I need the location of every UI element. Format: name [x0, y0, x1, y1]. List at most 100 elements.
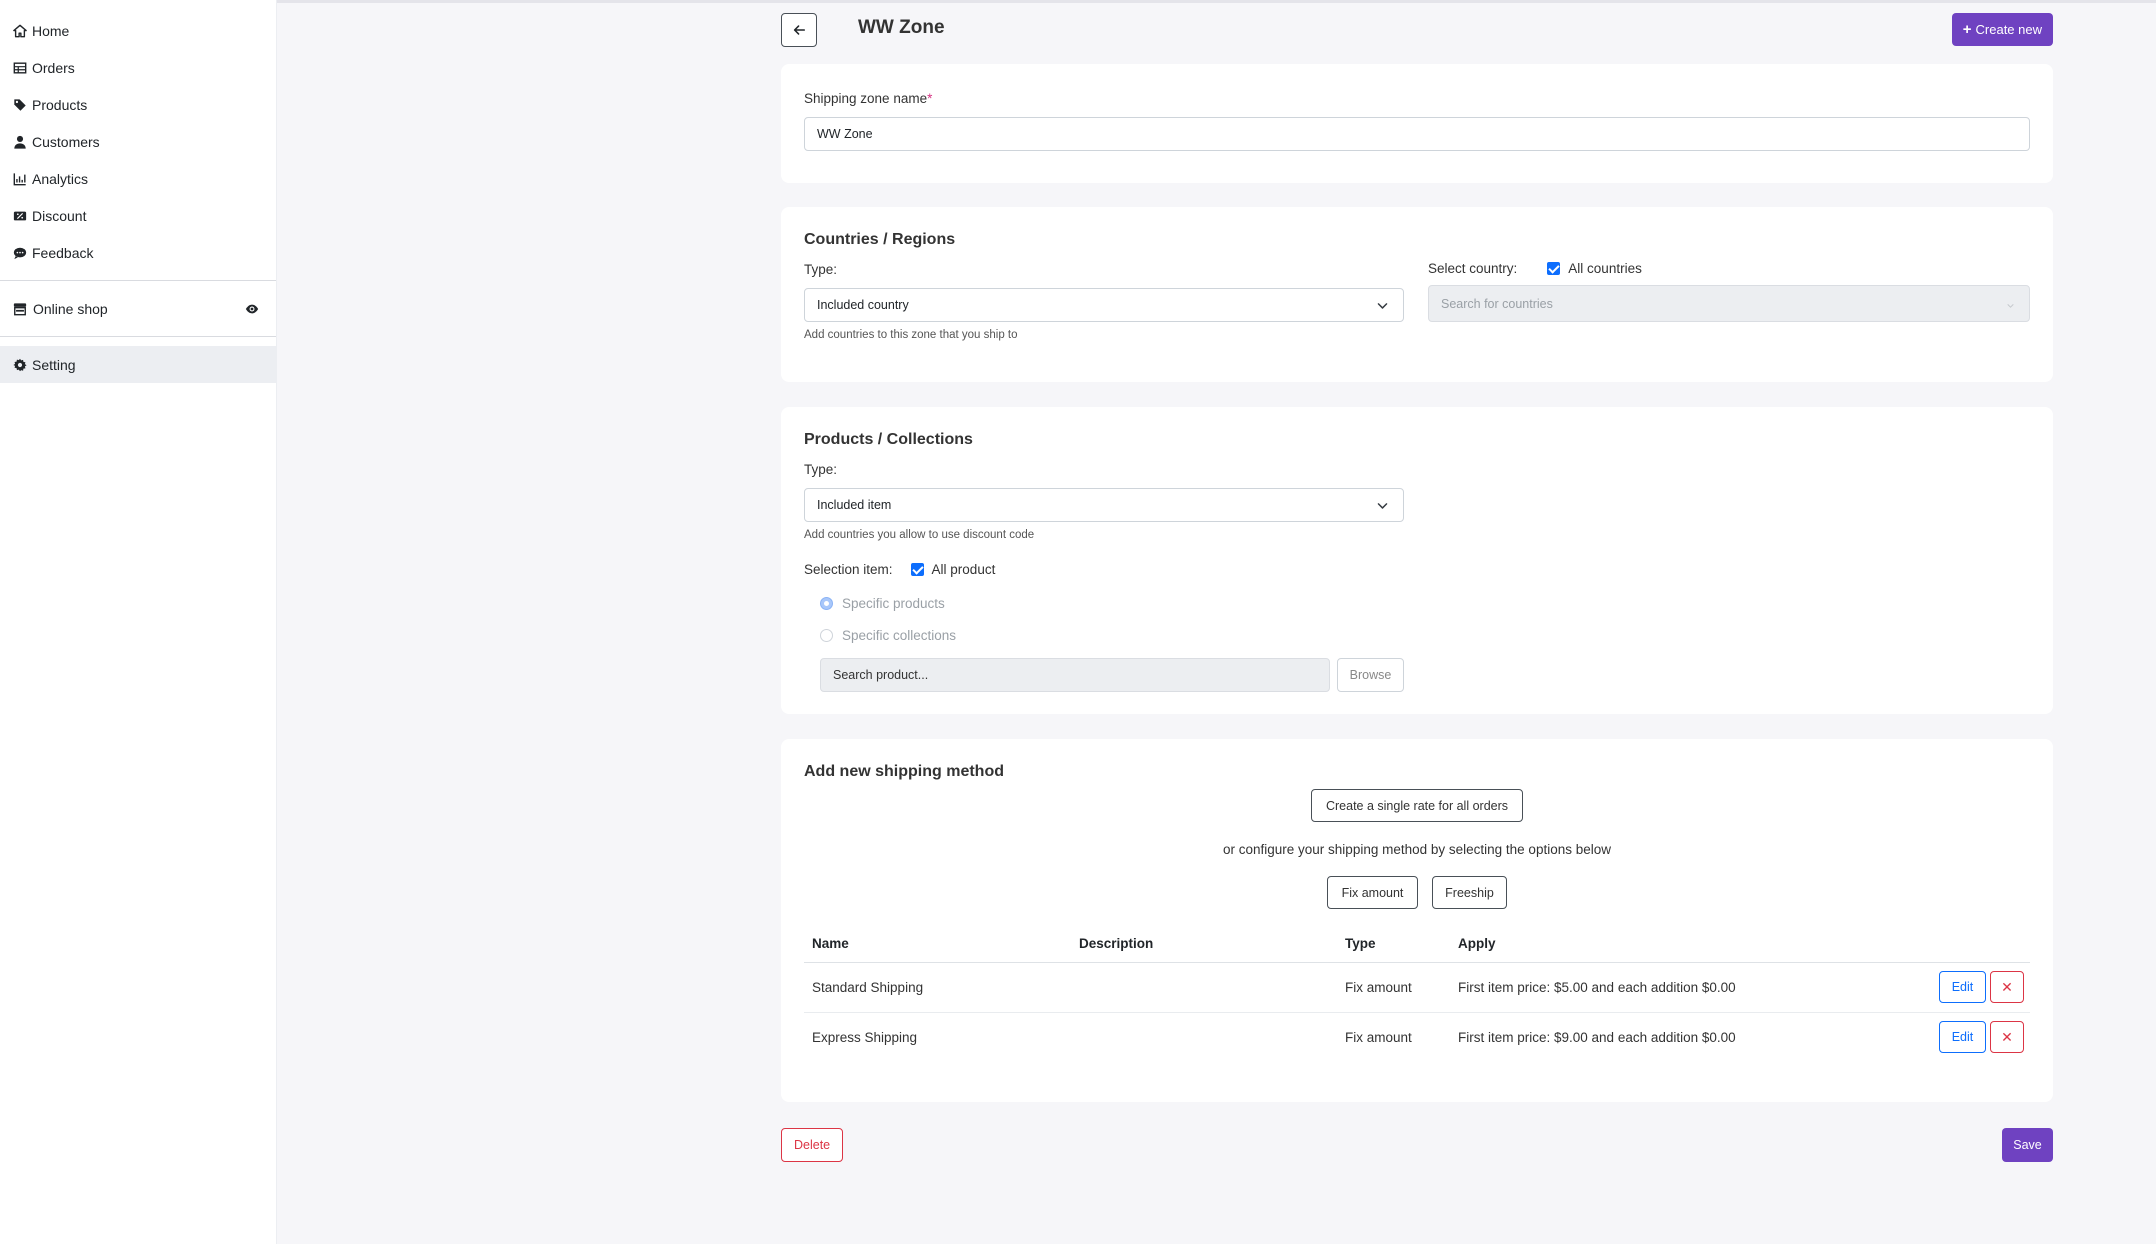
countries-type-select[interactable]: Included country — [804, 288, 1404, 322]
selection-item-row: Selection item: All product — [804, 562, 995, 577]
create-new-label: Create new — [1975, 22, 2042, 37]
edit-button[interactable]: Edit — [1939, 971, 1986, 1003]
select-country-label: Select country: — [1428, 261, 1518, 276]
browse-button[interactable]: Browse — [1337, 658, 1404, 692]
specific-collections-radio-row[interactable]: Specific collections — [820, 628, 956, 643]
table-row: Express Shipping Fix amount First item p… — [804, 1012, 2030, 1062]
country-search-placeholder: Search for countries — [1441, 296, 1553, 311]
specific-products-radio[interactable] — [820, 597, 833, 610]
method-description — [1071, 962, 1337, 1013]
sidebar-item-discount[interactable]: Discount — [0, 197, 276, 234]
arrow-left-icon — [792, 23, 806, 37]
products-title: Products / Collections — [804, 431, 973, 448]
column-header-description: Description — [1071, 926, 1337, 963]
sidebar-item-customers[interactable]: Customers — [0, 123, 276, 160]
method-type: Fix amount — [1337, 962, 1450, 1013]
specific-products-radio-row[interactable]: Specific products — [820, 596, 945, 611]
sidebar-item-feedback[interactable]: Feedback — [0, 234, 276, 271]
specific-products-label: Specific products — [842, 596, 945, 611]
countries-title: Countries / Regions — [804, 231, 956, 248]
delete-row-button[interactable]: ✕ — [1990, 971, 2024, 1003]
sidebar-item-label: Home — [32, 22, 70, 39]
sidebar-item-setting[interactable]: Setting — [0, 346, 276, 383]
countries-card: Countries / Regions Type: Included count… — [781, 207, 2053, 382]
method-apply: First item price: $9.00 and each additio… — [1458, 1029, 1736, 1045]
zone-name-input[interactable]: WW Zone — [804, 117, 2030, 151]
sidebar: Home Orders Products Customers Analytics… — [0, 0, 277, 1244]
country-search-input[interactable]: Search for countries — [1428, 285, 2030, 322]
all-countries-label: All countries — [1568, 261, 1642, 276]
table-row: Standard Shipping Fix amount First item … — [804, 962, 2030, 1013]
sidebar-item-analytics[interactable]: Analytics — [0, 160, 276, 197]
sidebar-divider — [0, 280, 276, 281]
countries-help-text: Add countries to this zone that you ship… — [804, 329, 1018, 341]
sidebar-item-products[interactable]: Products — [0, 86, 276, 123]
table-icon — [13, 61, 27, 75]
eye-icon[interactable] — [244, 302, 260, 316]
page-title: WW Zone — [858, 17, 945, 38]
sidebar-item-label: Customers — [32, 133, 100, 150]
zone-name-card: Shipping zone name* WW Zone — [781, 64, 2053, 183]
sidebar-item-label: Orders — [32, 59, 75, 76]
tag-icon — [13, 98, 27, 112]
single-rate-label: Create a single rate for all orders — [1325, 798, 1509, 813]
home-icon — [13, 24, 27, 38]
back-button[interactable] — [781, 13, 817, 47]
column-header-actions — [1920, 926, 2030, 963]
selection-item-label: Selection item: — [804, 562, 893, 577]
page-header: WW Zone + Create new — [781, 13, 2053, 47]
sidebar-item-label: Products — [32, 96, 88, 113]
save-label: Save — [2013, 1138, 2042, 1152]
table-header-row: Name Description Type Apply — [804, 926, 2030, 963]
close-icon: ✕ — [2001, 1028, 2013, 1045]
product-search-placeholder: Search product... — [833, 668, 929, 682]
sidebar-item-label: Feedback — [32, 244, 94, 261]
discount-icon — [13, 209, 27, 223]
sidebar-item-label: Setting — [32, 356, 76, 373]
shipping-title: Add new shipping method — [804, 763, 1004, 780]
method-name: Standard Shipping — [804, 962, 1071, 1013]
fix-amount-label: Fix amount — [1341, 885, 1404, 900]
sidebar-item-orders[interactable]: Orders — [0, 49, 276, 86]
save-button[interactable]: Save — [2002, 1128, 2053, 1162]
gear-icon — [13, 358, 27, 372]
comment-icon — [13, 246, 27, 260]
delete-zone-label: Delete — [794, 1138, 831, 1152]
browse-label: Browse — [1349, 668, 1392, 682]
all-countries-checkbox[interactable] — [1547, 262, 1561, 275]
sidebar-item-label: Analytics — [32, 170, 89, 187]
edit-button[interactable]: Edit — [1939, 1021, 1986, 1054]
method-apply: First item price: $5.00 and each additio… — [1450, 962, 1920, 1013]
delete-row-button[interactable]: ✕ — [1990, 1021, 2024, 1054]
products-type-label: Type: — [804, 462, 838, 477]
sidebar-item-label: Online shop — [33, 300, 108, 317]
shipping-methods-table: Name Description Type Apply Standard Shi… — [804, 926, 2030, 1062]
zone-name-value: WW Zone — [817, 127, 873, 141]
products-type-value: Included item — [817, 498, 892, 512]
products-type-select[interactable]: Included item — [804, 488, 1404, 522]
fix-amount-button[interactable]: Fix amount — [1327, 876, 1418, 909]
chart-icon — [13, 172, 27, 186]
specific-collections-radio[interactable] — [820, 629, 833, 642]
delete-zone-button[interactable]: Delete — [781, 1128, 844, 1162]
close-icon: ✕ — [2001, 978, 2013, 995]
shipping-method-card: Add new shipping method Create a single … — [781, 739, 2053, 1102]
method-name: Express Shipping — [812, 1029, 918, 1045]
single-rate-button[interactable]: Create a single rate for all orders — [1311, 789, 1523, 822]
freeship-button[interactable]: Freeship — [1432, 876, 1507, 909]
chevron-down-icon — [1376, 499, 1389, 515]
all-product-checkbox[interactable] — [910, 563, 924, 576]
product-search-input[interactable]: Search product... — [820, 658, 1330, 692]
chevron-down-icon — [2006, 299, 2015, 313]
user-icon — [13, 135, 27, 149]
column-header-name: Name — [804, 926, 1071, 963]
row-actions: Edit ✕ — [1920, 962, 2030, 1013]
select-country-row: Select country: All countries — [1428, 261, 1642, 276]
row-actions: Edit ✕ — [1920, 1012, 2030, 1062]
required-mark: * — [927, 91, 933, 106]
sidebar-item-home[interactable]: Home — [0, 12, 276, 49]
create-new-button[interactable]: + Create new — [1951, 13, 2053, 46]
store-icon — [13, 302, 27, 316]
sidebar-item-online-shop[interactable]: Online shop — [0, 290, 276, 327]
countries-type-label: Type: — [804, 262, 838, 277]
